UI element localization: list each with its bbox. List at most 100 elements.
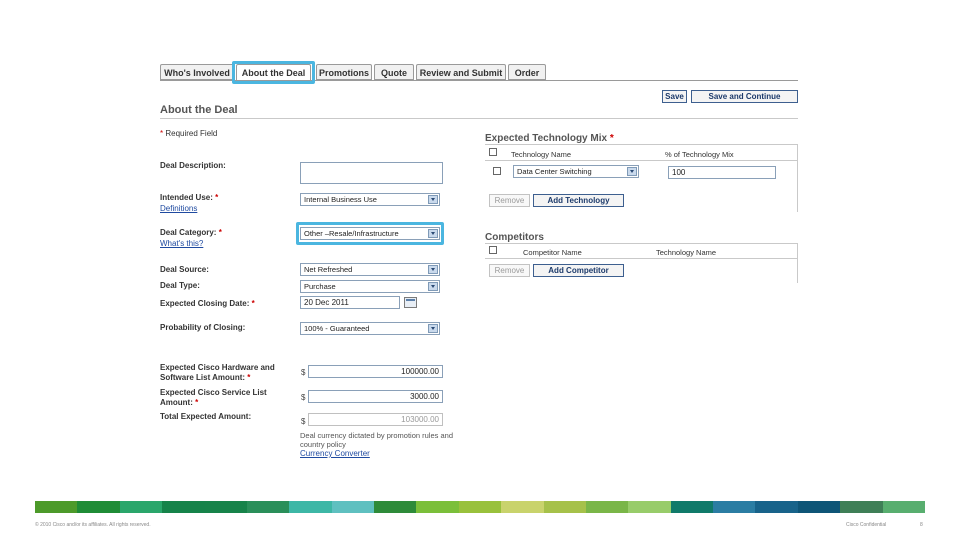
deal-category-label-text: Deal Category: [160, 228, 217, 237]
footer-color-segment [162, 501, 205, 513]
footer-color-segment [713, 501, 756, 513]
competitors-title: Competitors [485, 232, 544, 243]
footer-color-segment [458, 501, 502, 513]
closing-date-required: * [249, 299, 255, 308]
chevron-down-icon [627, 167, 637, 176]
probability-label: Probability of Closing: [160, 323, 246, 332]
footer-color-segment [204, 501, 247, 513]
probability-value: 100% - Guaranteed [304, 324, 370, 333]
competitor-col-header: Competitor Name [523, 248, 582, 257]
tech-mix-select-all-checkbox[interactable] [489, 148, 497, 156]
hw-sw-label-line1: Expected Cisco Hardware and [160, 363, 275, 372]
total-amount-field: 103000.00 [308, 413, 443, 426]
footer-color-segment [840, 501, 883, 513]
whats-this-link[interactable]: What's this? [160, 239, 203, 248]
competitors-right-border [797, 243, 798, 283]
hw-sw-label-line2: Software List Amount: * [160, 373, 275, 383]
tech-mix-required: * [607, 133, 614, 144]
remove-technology-button[interactable]: Remove [489, 194, 530, 207]
competitors-header-line [485, 258, 798, 259]
hw-sw-amount-label: Expected Cisco Hardware and Software Lis… [160, 363, 275, 383]
deal-type-select[interactable]: Purchase [300, 280, 440, 293]
tech-col-header: Technology Name [511, 150, 572, 159]
footer-color-segment [246, 501, 290, 513]
tech-mix-title-text: Expected Technology Mix [485, 133, 608, 144]
deal-description-label: Deal Description: [160, 161, 226, 170]
calendar-icon[interactable] [404, 297, 417, 308]
closing-date-label-text: Expected Closing Date: [160, 299, 250, 308]
service-currency: $ [301, 393, 306, 402]
tech-mix-title: Expected Technology Mix * [485, 133, 614, 144]
hw-sw-amount-field[interactable]: 100000.00 [308, 365, 443, 378]
deal-type-value: Purchase [304, 282, 336, 291]
deal-category-label: Deal Category: * [160, 228, 222, 237]
footer-color-segment [374, 501, 417, 513]
currency-note-line2: country policy [300, 440, 346, 449]
probability-select[interactable]: 100% - Guaranteed [300, 322, 440, 335]
add-competitor-button[interactable]: Add Competitor [533, 264, 624, 277]
footer-copyright: © 2010 Cisco and/or its affiliates. All … [35, 522, 151, 528]
save-and-continue-button[interactable]: Save and Continue [691, 90, 798, 103]
tech-mix-right-border [797, 144, 798, 212]
technology-value: Data Center Switching [517, 167, 592, 176]
closing-date-label: Expected Closing Date: * [160, 299, 255, 308]
page-number: 8 [920, 522, 923, 528]
footer-color-segment [670, 501, 713, 513]
tech-mix-header-line [485, 160, 798, 161]
hw-sw-label-text: Software List Amount: [160, 373, 246, 382]
footer-color-segment [119, 501, 163, 513]
service-amount-label: Expected Cisco Service List Amount: * [160, 388, 267, 408]
save-button[interactable]: Save [662, 90, 687, 103]
footer-color-bar [35, 501, 925, 513]
deal-source-select[interactable]: Net Refreshed [300, 263, 440, 276]
footer-color-segment [289, 501, 332, 513]
currency-note: Deal currency dictated by promotion rule… [300, 431, 453, 449]
percent-col-header: % of Technology Mix [665, 150, 734, 159]
service-amount-field[interactable]: 3000.00 [308, 390, 443, 403]
tech-mix-top-line [485, 144, 798, 145]
footer-color-segment [35, 501, 78, 513]
chevron-down-icon [428, 282, 438, 291]
tab-order[interactable]: Order [508, 64, 546, 80]
footer-color-segment [797, 501, 841, 513]
page-title: About the Deal [160, 104, 238, 116]
required-field-note: * Required Field [160, 129, 217, 138]
total-amount-label: Total Expected Amount: [160, 412, 252, 421]
tab-promotions[interactable]: Promotions [316, 64, 372, 80]
footer-color-segment [501, 501, 544, 513]
chevron-down-icon [428, 324, 438, 333]
competitors-top-line [485, 243, 798, 244]
currency-note-line1: Deal currency dictated by promotion rule… [300, 431, 453, 440]
technology-select[interactable]: Data Center Switching [513, 165, 639, 178]
intended-use-select[interactable]: Internal Business Use [300, 193, 440, 206]
intended-use-value: Internal Business Use [304, 195, 377, 204]
chevron-down-icon [428, 195, 438, 204]
footer-color-segment [416, 501, 459, 513]
intended-use-label: Intended Use: * [160, 193, 218, 202]
tab-review-and-submit[interactable]: Review and Submit [416, 64, 506, 80]
active-tab-highlight [232, 61, 315, 84]
tab-quote[interactable]: Quote [374, 64, 414, 80]
title-divider [160, 118, 798, 119]
footer-color-segment [331, 501, 374, 513]
add-technology-button[interactable]: Add Technology [533, 194, 624, 207]
technology-percent-field[interactable]: 100 [668, 166, 776, 179]
competitors-select-all-checkbox[interactable] [489, 246, 497, 254]
footer-confidential: Cisco Confidential [846, 522, 887, 528]
footer-color-segment [585, 501, 629, 513]
tab-whos-involved[interactable]: Who's Involved [160, 64, 234, 80]
deal-source-value: Net Refreshed [304, 265, 353, 274]
footer-color-segment [77, 501, 120, 513]
footer-color-segment [882, 501, 925, 513]
tech-row-checkbox[interactable] [493, 167, 501, 175]
deal-description-field[interactable] [300, 162, 443, 184]
closing-date-field[interactable]: 20 Dec 2011 [300, 296, 400, 309]
hw-sw-required: * [245, 373, 251, 382]
footer-color-segment [543, 501, 586, 513]
currency-converter-link[interactable]: Currency Converter [300, 449, 370, 458]
definitions-link[interactable]: Definitions [160, 204, 197, 213]
footer-color-segment [755, 501, 798, 513]
service-label-line1: Expected Cisco Service List [160, 388, 267, 397]
remove-competitor-button[interactable]: Remove [489, 264, 530, 277]
service-label-line2: Amount: * [160, 398, 267, 408]
